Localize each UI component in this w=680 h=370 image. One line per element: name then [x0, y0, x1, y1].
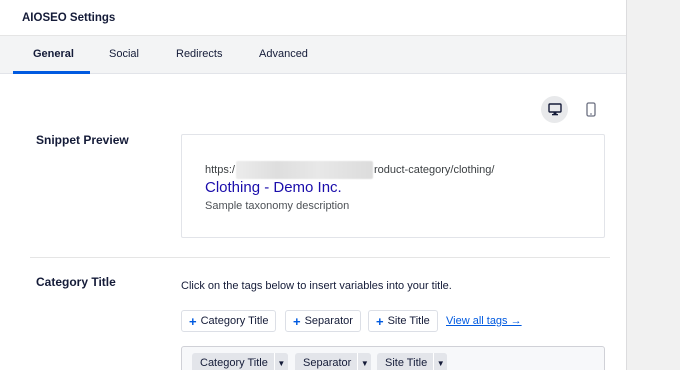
desktop-icon	[547, 103, 562, 116]
active-tab-indicator	[13, 71, 90, 74]
plus-icon: +	[189, 313, 197, 329]
category-title-label: Category Title	[36, 275, 116, 289]
chip-label: Site Title	[385, 357, 428, 369]
insert-site-title-tag-button[interactable]: + Site Title	[368, 310, 438, 332]
category-title-editor[interactable]: Category Title ▼ Separator ▼ Site Title …	[181, 346, 605, 370]
editor-chip-category-title[interactable]: Category Title ▼	[192, 353, 288, 370]
mobile-icon	[585, 102, 596, 117]
chevron-down-icon[interactable]: ▼	[273, 353, 288, 370]
chip-label: Category Title	[200, 357, 268, 369]
insert-separator-tag-button[interactable]: + Separator	[285, 310, 361, 332]
tab-general[interactable]: General	[33, 36, 74, 74]
plus-icon: +	[376, 313, 384, 329]
tab-redirects[interactable]: Redirects	[176, 36, 222, 74]
tab-bar: General Social Redirects Advanced	[0, 36, 626, 74]
snippet-preview-label: Snippet Preview	[36, 133, 129, 147]
tag-button-label: Category Title	[200, 315, 269, 327]
editor-chip-site-title[interactable]: Site Title ▼	[377, 353, 448, 370]
editor-chip-separator[interactable]: Separator ▼	[295, 353, 372, 370]
snippet-url-prefix: https:/	[205, 164, 235, 176]
plus-icon: +	[293, 313, 301, 329]
panel-title: AIOSEO Settings	[0, 0, 626, 36]
snippet-url: https:/ roduct-category/clothing/	[205, 161, 494, 179]
insert-category-title-tag-button[interactable]: + Category Title	[181, 310, 277, 332]
tag-button-label: Site Title	[387, 315, 430, 327]
section-divider	[30, 257, 610, 258]
settings-panel: AIOSEO Settings General Social Redirects…	[0, 0, 627, 370]
tag-button-label: Separator	[304, 315, 353, 327]
tab-advanced[interactable]: Advanced	[259, 36, 308, 74]
tab-social[interactable]: Social	[109, 36, 139, 74]
view-all-tags-link[interactable]: View all tags →	[446, 315, 522, 327]
chevron-down-icon[interactable]: ▼	[357, 353, 372, 370]
snippet-preview-box: https:/ roduct-category/clothing/ Clothi…	[181, 134, 605, 238]
chevron-down-icon[interactable]: ▼	[433, 353, 448, 370]
redacted-url-segment	[235, 161, 373, 179]
mobile-preview-button[interactable]	[577, 96, 604, 123]
chip-label: Separator	[303, 357, 352, 369]
snippet-description: Sample taxonomy description	[205, 200, 350, 212]
desktop-preview-button[interactable]	[541, 96, 568, 123]
category-title-help: Click on the tags below to insert variab…	[181, 280, 452, 292]
snippet-title[interactable]: Clothing - Demo Inc.	[205, 179, 342, 196]
snippet-url-suffix: roduct-category/clothing/	[373, 164, 495, 176]
